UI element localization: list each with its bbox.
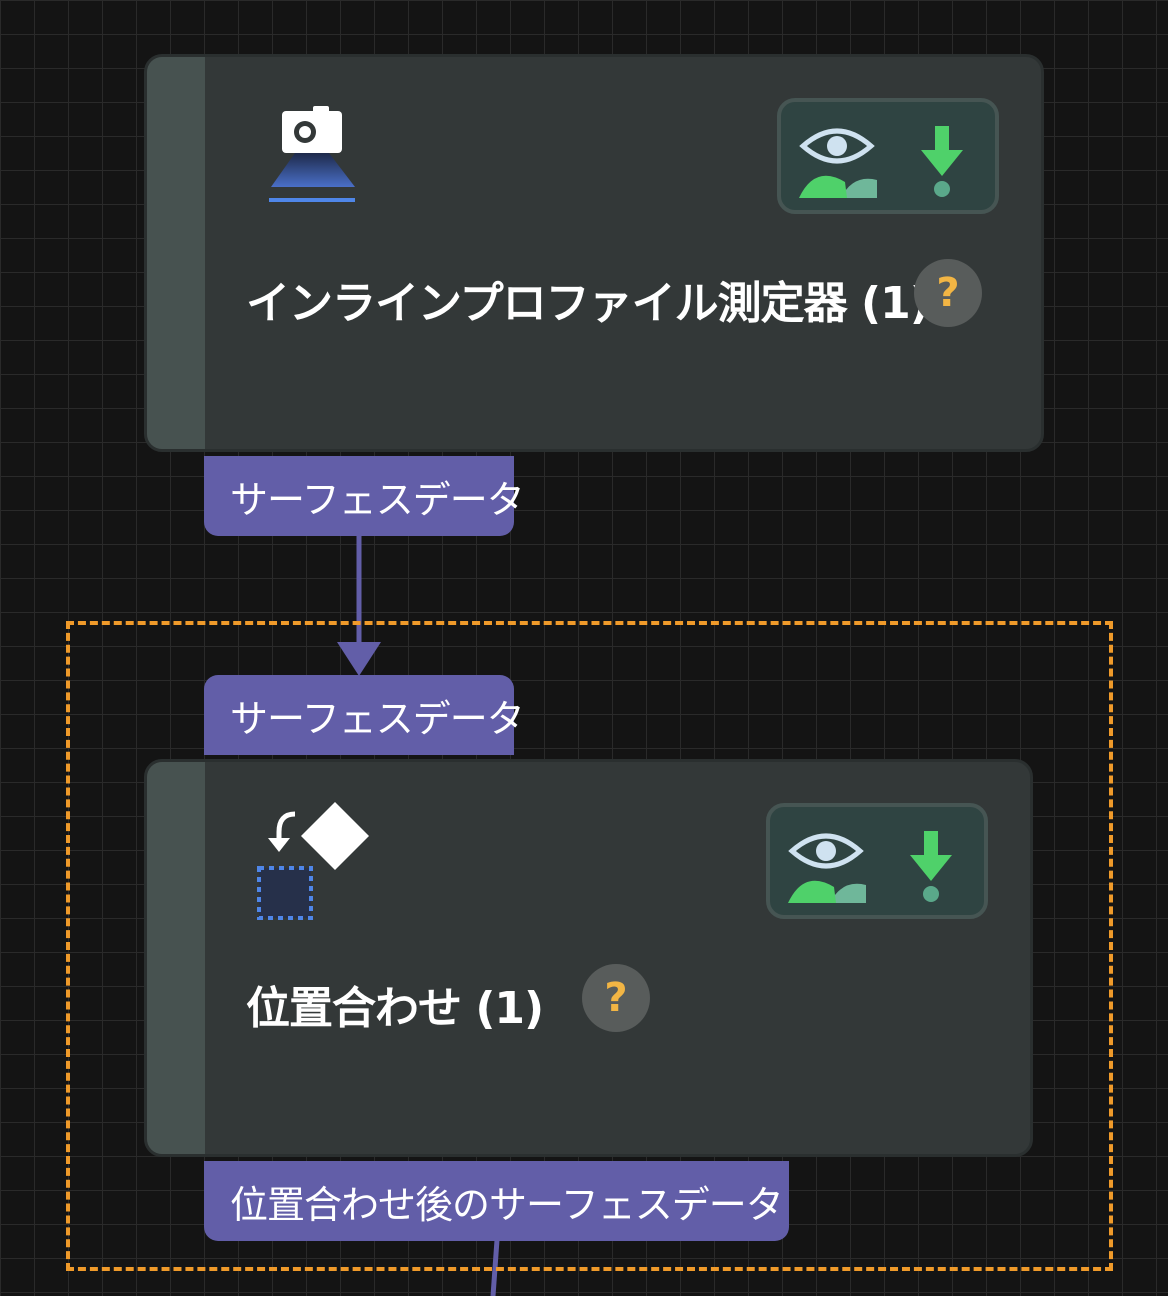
node-title: インラインプロファイル測定器 (1)	[246, 278, 930, 329]
camera-projector-icon	[269, 105, 359, 209]
input-port-surface-data[interactable]: サーフェスデータ	[204, 675, 525, 755]
node-drag-handle[interactable]	[147, 762, 205, 1154]
node-title: 位置合わせ (1)	[246, 983, 544, 1034]
node-drag-handle[interactable]	[147, 57, 205, 449]
alignment-icon	[251, 798, 381, 932]
node-inline-profile-sensor[interactable]: インラインプロファイル測定器 (1) ?	[144, 54, 1044, 452]
view-eye-icon[interactable]	[797, 120, 877, 204]
download-arrow-icon[interactable]	[919, 122, 965, 204]
download-arrow-icon[interactable]	[908, 827, 954, 909]
output-port-aligned-surface-data[interactable]: 位置合わせ後のサーフェスデータ	[204, 1161, 789, 1241]
help-button[interactable]: ?	[582, 964, 650, 1032]
status-panel	[777, 98, 999, 214]
help-button[interactable]: ?	[914, 259, 982, 327]
status-panel	[766, 803, 988, 919]
node-alignment[interactable]: 位置合わせ (1) ?	[144, 759, 1033, 1157]
view-eye-icon[interactable]	[786, 825, 866, 909]
output-port-surface-data[interactable]: サーフェスデータ	[204, 456, 525, 536]
